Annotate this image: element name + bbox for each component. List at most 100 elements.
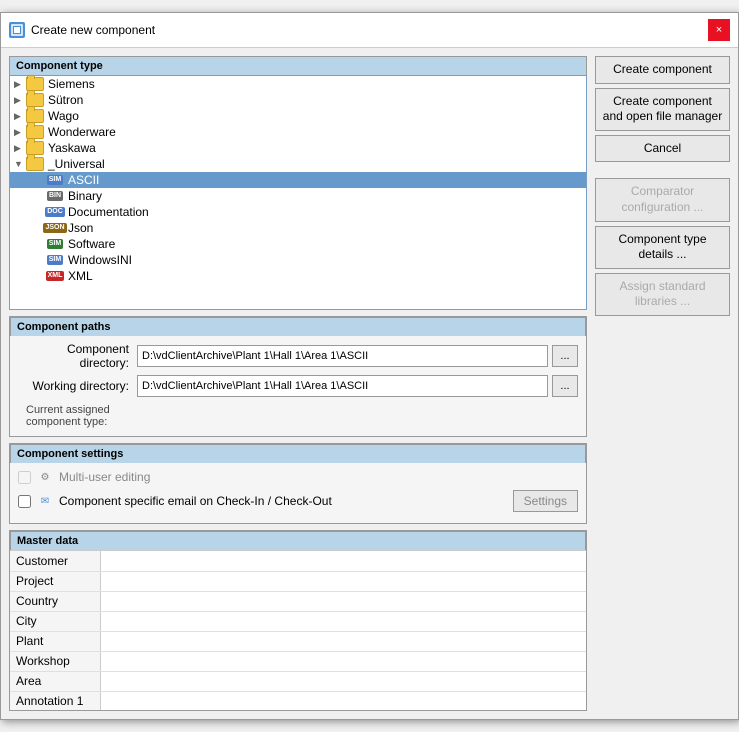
tree-item-label: Wago [48,109,79,123]
settings-button[interactable]: Settings [513,490,578,512]
tree-item-label: Software [68,237,115,251]
tree-item-software[interactable]: SIM Software [10,236,586,252]
component-type-section: Component type ▶ Siemens ▶ Sütron [9,56,587,310]
component-type-header: Component type [9,56,587,75]
tree-item-label: Documentation [68,205,149,219]
master-data-table: CustomerProjectCountryCityPlantWorkshopA… [10,551,586,710]
master-field-label: Country [10,591,100,611]
folder-icon [26,125,44,139]
component-dir-browse-button[interactable]: ... [552,345,578,367]
folder-icon [26,141,44,155]
tree-item-json[interactable]: JSON Json [10,220,586,236]
file-icon: SIM [46,253,64,267]
master-field-label: City [10,611,100,631]
master-field-value[interactable] [100,671,586,691]
working-dir-browse-button[interactable]: ... [552,375,578,397]
component-settings-header: Component settings [10,444,586,463]
chevron-right-icon: ▶ [14,143,26,154]
component-dir-row: Component directory: ... [18,342,578,370]
component-settings-section: Component settings ⚙ Multi-user editing … [9,443,587,524]
component-dir-input[interactable] [137,345,548,367]
master-field-label: Project [10,571,100,591]
folder-icon [26,93,44,107]
spacer [595,166,730,174]
comparator-config-button[interactable]: Comparator configuration ... [595,178,730,221]
assign-standard-libraries-button[interactable]: Assign standard libraries ... [595,273,730,316]
master-field-value[interactable] [100,571,586,591]
master-field-value[interactable] [100,691,586,710]
tree-item-wonderware[interactable]: ▶ Wonderware [10,124,586,140]
tree-item-xml[interactable]: XML XML [10,268,586,284]
close-button[interactable]: × [708,19,730,41]
tree-item-ascii[interactable]: SIM ASCII [10,172,586,188]
right-panel: Create component Create component and op… [595,56,730,711]
tree-item-siemens[interactable]: ▶ Siemens [10,76,586,92]
table-row[interactable]: Annotation 1 [10,691,586,710]
file-icon: XML [46,269,64,283]
table-row[interactable]: Area [10,671,586,691]
chevron-right-icon: ▶ [14,79,26,90]
component-paths-header: Component paths [10,317,586,336]
folder-icon [26,157,44,171]
file-icon: SIM [46,237,64,251]
chevron-right-icon: ▶ [14,111,26,122]
master-data-table-container[interactable]: CustomerProjectCountryCityPlantWorkshopA… [10,550,586,710]
file-icon: SIM [46,173,64,187]
master-field-label: Area [10,671,100,691]
create-component-open-button[interactable]: Create component and open file manager [595,88,730,131]
window-body: Component type ▶ Siemens ▶ Sütron [1,48,738,719]
tree-item-yaskawa[interactable]: ▶ Yaskawa [10,140,586,156]
chevron-right-icon: ▶ [14,127,26,138]
cancel-button[interactable]: Cancel [595,135,730,163]
component-paths-body: Component directory: ... Working directo… [10,336,586,436]
table-row[interactable]: Workshop [10,651,586,671]
master-field-label: Customer [10,551,100,571]
tree-item-label: _Universal [48,157,105,171]
master-field-label: Plant [10,631,100,651]
file-icon: BIN [46,189,64,203]
table-row[interactable]: Customer [10,551,586,571]
multi-user-icon: ⚙ [37,469,53,485]
master-field-value[interactable] [100,591,586,611]
folder-icon [26,109,44,123]
tree-item-binary[interactable]: BIN Binary [10,188,586,204]
component-type-tree[interactable]: ▶ Siemens ▶ Sütron ▶ Wago [9,75,587,310]
table-row[interactable]: Country [10,591,586,611]
main-window: Create new component × Component type ▶ … [0,12,739,720]
file-icon: JSON [46,221,64,235]
left-panel: Component type ▶ Siemens ▶ Sütron [9,56,587,711]
tree-item-wago[interactable]: ▶ Wago [10,108,586,124]
multi-user-row: ⚙ Multi-user editing [18,469,578,485]
table-row[interactable]: Plant [10,631,586,651]
table-row[interactable]: City [10,611,586,631]
tree-item-label: Sütron [48,93,83,107]
create-component-button[interactable]: Create component [595,56,730,84]
working-dir-input[interactable] [137,375,548,397]
master-field-value[interactable] [100,551,586,571]
multi-user-label: Multi-user editing [59,470,150,484]
component-type-details-button[interactable]: Component type details ... [595,226,730,269]
tree-item-sutron[interactable]: ▶ Sütron [10,92,586,108]
tree-item-windowsini[interactable]: SIM WindowsINI [10,252,586,268]
component-settings-body: ⚙ Multi-user editing ✉ Component specifi… [10,463,586,523]
master-field-label: Annotation 1 [10,691,100,710]
folder-icon [26,77,44,91]
master-data-header: Master data [10,531,586,550]
tree-item-label: Json [68,221,93,235]
table-row[interactable]: Project [10,571,586,591]
email-icon: ✉ [37,493,53,509]
chevron-down-icon: ▼ [14,159,26,169]
master-field-value[interactable] [100,631,586,651]
email-checkbox[interactable] [18,495,31,508]
working-dir-row: Working directory: ... [18,375,578,397]
email-label: Component specific email on Check-In / C… [59,494,332,508]
master-field-value[interactable] [100,611,586,631]
working-dir-label: Working directory: [18,379,133,393]
multi-user-checkbox[interactable] [18,471,31,484]
tree-item-universal[interactable]: ▼ _Universal [10,156,586,172]
tree-item-documentation[interactable]: DOC Documentation [10,204,586,220]
email-row: ✉ Component specific email on Check-In /… [18,490,578,512]
tree-item-label: Siemens [48,77,95,91]
master-field-value[interactable] [100,651,586,671]
component-paths-section: Component paths Component directory: ...… [9,316,587,437]
